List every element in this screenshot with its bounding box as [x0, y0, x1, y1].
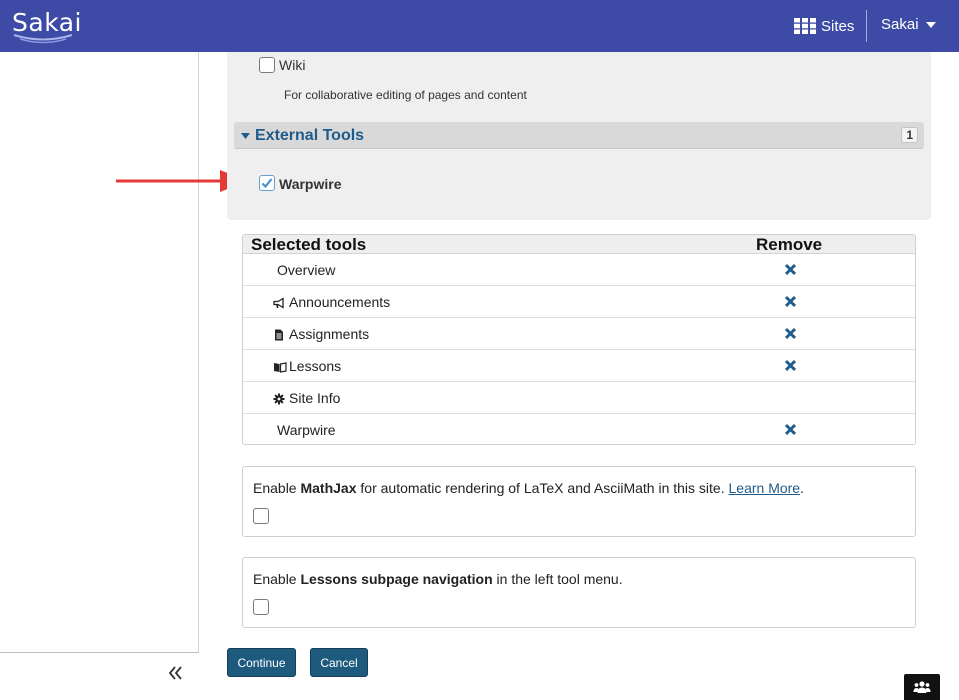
caret-down-icon	[925, 21, 936, 28]
logo-swoosh-icon	[13, 34, 73, 44]
mathjax-option-text: Enable MathJax for automatic rendering o…	[253, 480, 804, 496]
tool-name: Lessons	[289, 358, 342, 374]
tool-name: Announcements	[289, 294, 391, 310]
continue-button[interactable]: Continue	[227, 648, 296, 677]
user-label: Sakai	[881, 16, 919, 33]
remove-x-icon[interactable]	[784, 423, 797, 436]
remove-x-icon[interactable]	[784, 359, 797, 372]
tool-name: Warpwire	[277, 422, 336, 438]
checkmark-icon	[261, 178, 273, 189]
selected-tools-heading: Selected tools	[251, 235, 367, 254]
learn-more-link[interactable]: Learn More	[729, 480, 801, 496]
mathjax-checkbox[interactable]	[253, 508, 269, 524]
top-navigation-bar: Sakai Sites Sakai	[0, 0, 959, 52]
document-icon	[275, 329, 283, 341]
left-sidebar	[0, 52, 199, 700]
lessons-nav-option-text: Enable Lessons subpage navigation in the…	[253, 571, 623, 587]
megaphone-icon	[273, 297, 284, 309]
grid-icon	[794, 18, 816, 34]
tool-name: Site Info	[289, 390, 341, 406]
mathjax-option-box: Enable MathJax for automatic rendering o…	[242, 466, 916, 537]
header-divider	[866, 10, 867, 42]
warpwire-label: Warpwire	[279, 176, 342, 192]
lessons-nav-prefix: Enable	[253, 571, 301, 587]
remove-heading: Remove	[756, 235, 823, 254]
lessons-nav-option-box: Enable Lessons subpage navigation in the…	[242, 557, 916, 628]
table-row: Assignments	[243, 318, 915, 350]
book-icon	[274, 362, 287, 373]
wiki-description: For collaborative editing of pages and c…	[284, 88, 527, 102]
lessons-nav-suffix: in the left tool menu.	[492, 571, 623, 587]
selected-tools-table: Selected tools Remove Overview Announcem…	[242, 234, 916, 445]
mathjax-prefix: Enable	[253, 480, 301, 496]
cancel-button[interactable]: Cancel	[310, 648, 368, 677]
sites-label: Sites	[821, 17, 855, 35]
mathjax-end: .	[800, 480, 804, 496]
tool-name: Overview	[277, 262, 336, 278]
wiki-label: Wiki	[279, 57, 306, 73]
mathjax-bold: MathJax	[300, 480, 357, 496]
users-icon	[913, 681, 931, 693]
user-menu-button[interactable]: Sakai	[881, 16, 936, 33]
sites-button[interactable]: Sites	[794, 14, 854, 38]
table-row: Site Info	[243, 382, 915, 414]
sidebar-footer	[0, 652, 199, 700]
external-tools-group-header[interactable]: External Tools 1	[234, 122, 924, 149]
table-row: Lessons	[243, 350, 915, 382]
external-tools-title: External Tools	[255, 127, 365, 144]
gear-icon	[273, 393, 285, 405]
table-row: Warpwire	[243, 414, 915, 446]
lessons-nav-bold: Lessons subpage navigation	[300, 571, 493, 587]
remove-x-icon[interactable]	[784, 263, 797, 276]
mathjax-suffix: for automatic rendering of LaTeX and Asc…	[356, 480, 729, 496]
table-row: Announcements	[243, 286, 915, 318]
remove-x-icon[interactable]	[784, 327, 797, 340]
warpwire-checkbox[interactable]	[259, 175, 275, 191]
collapse-sidebar-icon[interactable]	[167, 663, 183, 683]
sakai-logo[interactable]: Sakai	[12, 6, 82, 46]
tool-name: Assignments	[289, 326, 370, 342]
table-row: Overview	[243, 254, 915, 286]
external-tools-count-badge: 1	[901, 127, 918, 143]
lessons-nav-checkbox[interactable]	[253, 599, 269, 615]
selected-tools-header: Selected tools Remove	[243, 235, 915, 254]
help-users-button[interactable]	[904, 674, 940, 700]
tool-selection-panel: Wiki For collaborative editing of pages …	[227, 52, 931, 220]
caret-down-icon	[241, 133, 250, 139]
remove-x-icon[interactable]	[784, 295, 797, 308]
wiki-checkbox[interactable]	[259, 57, 275, 73]
